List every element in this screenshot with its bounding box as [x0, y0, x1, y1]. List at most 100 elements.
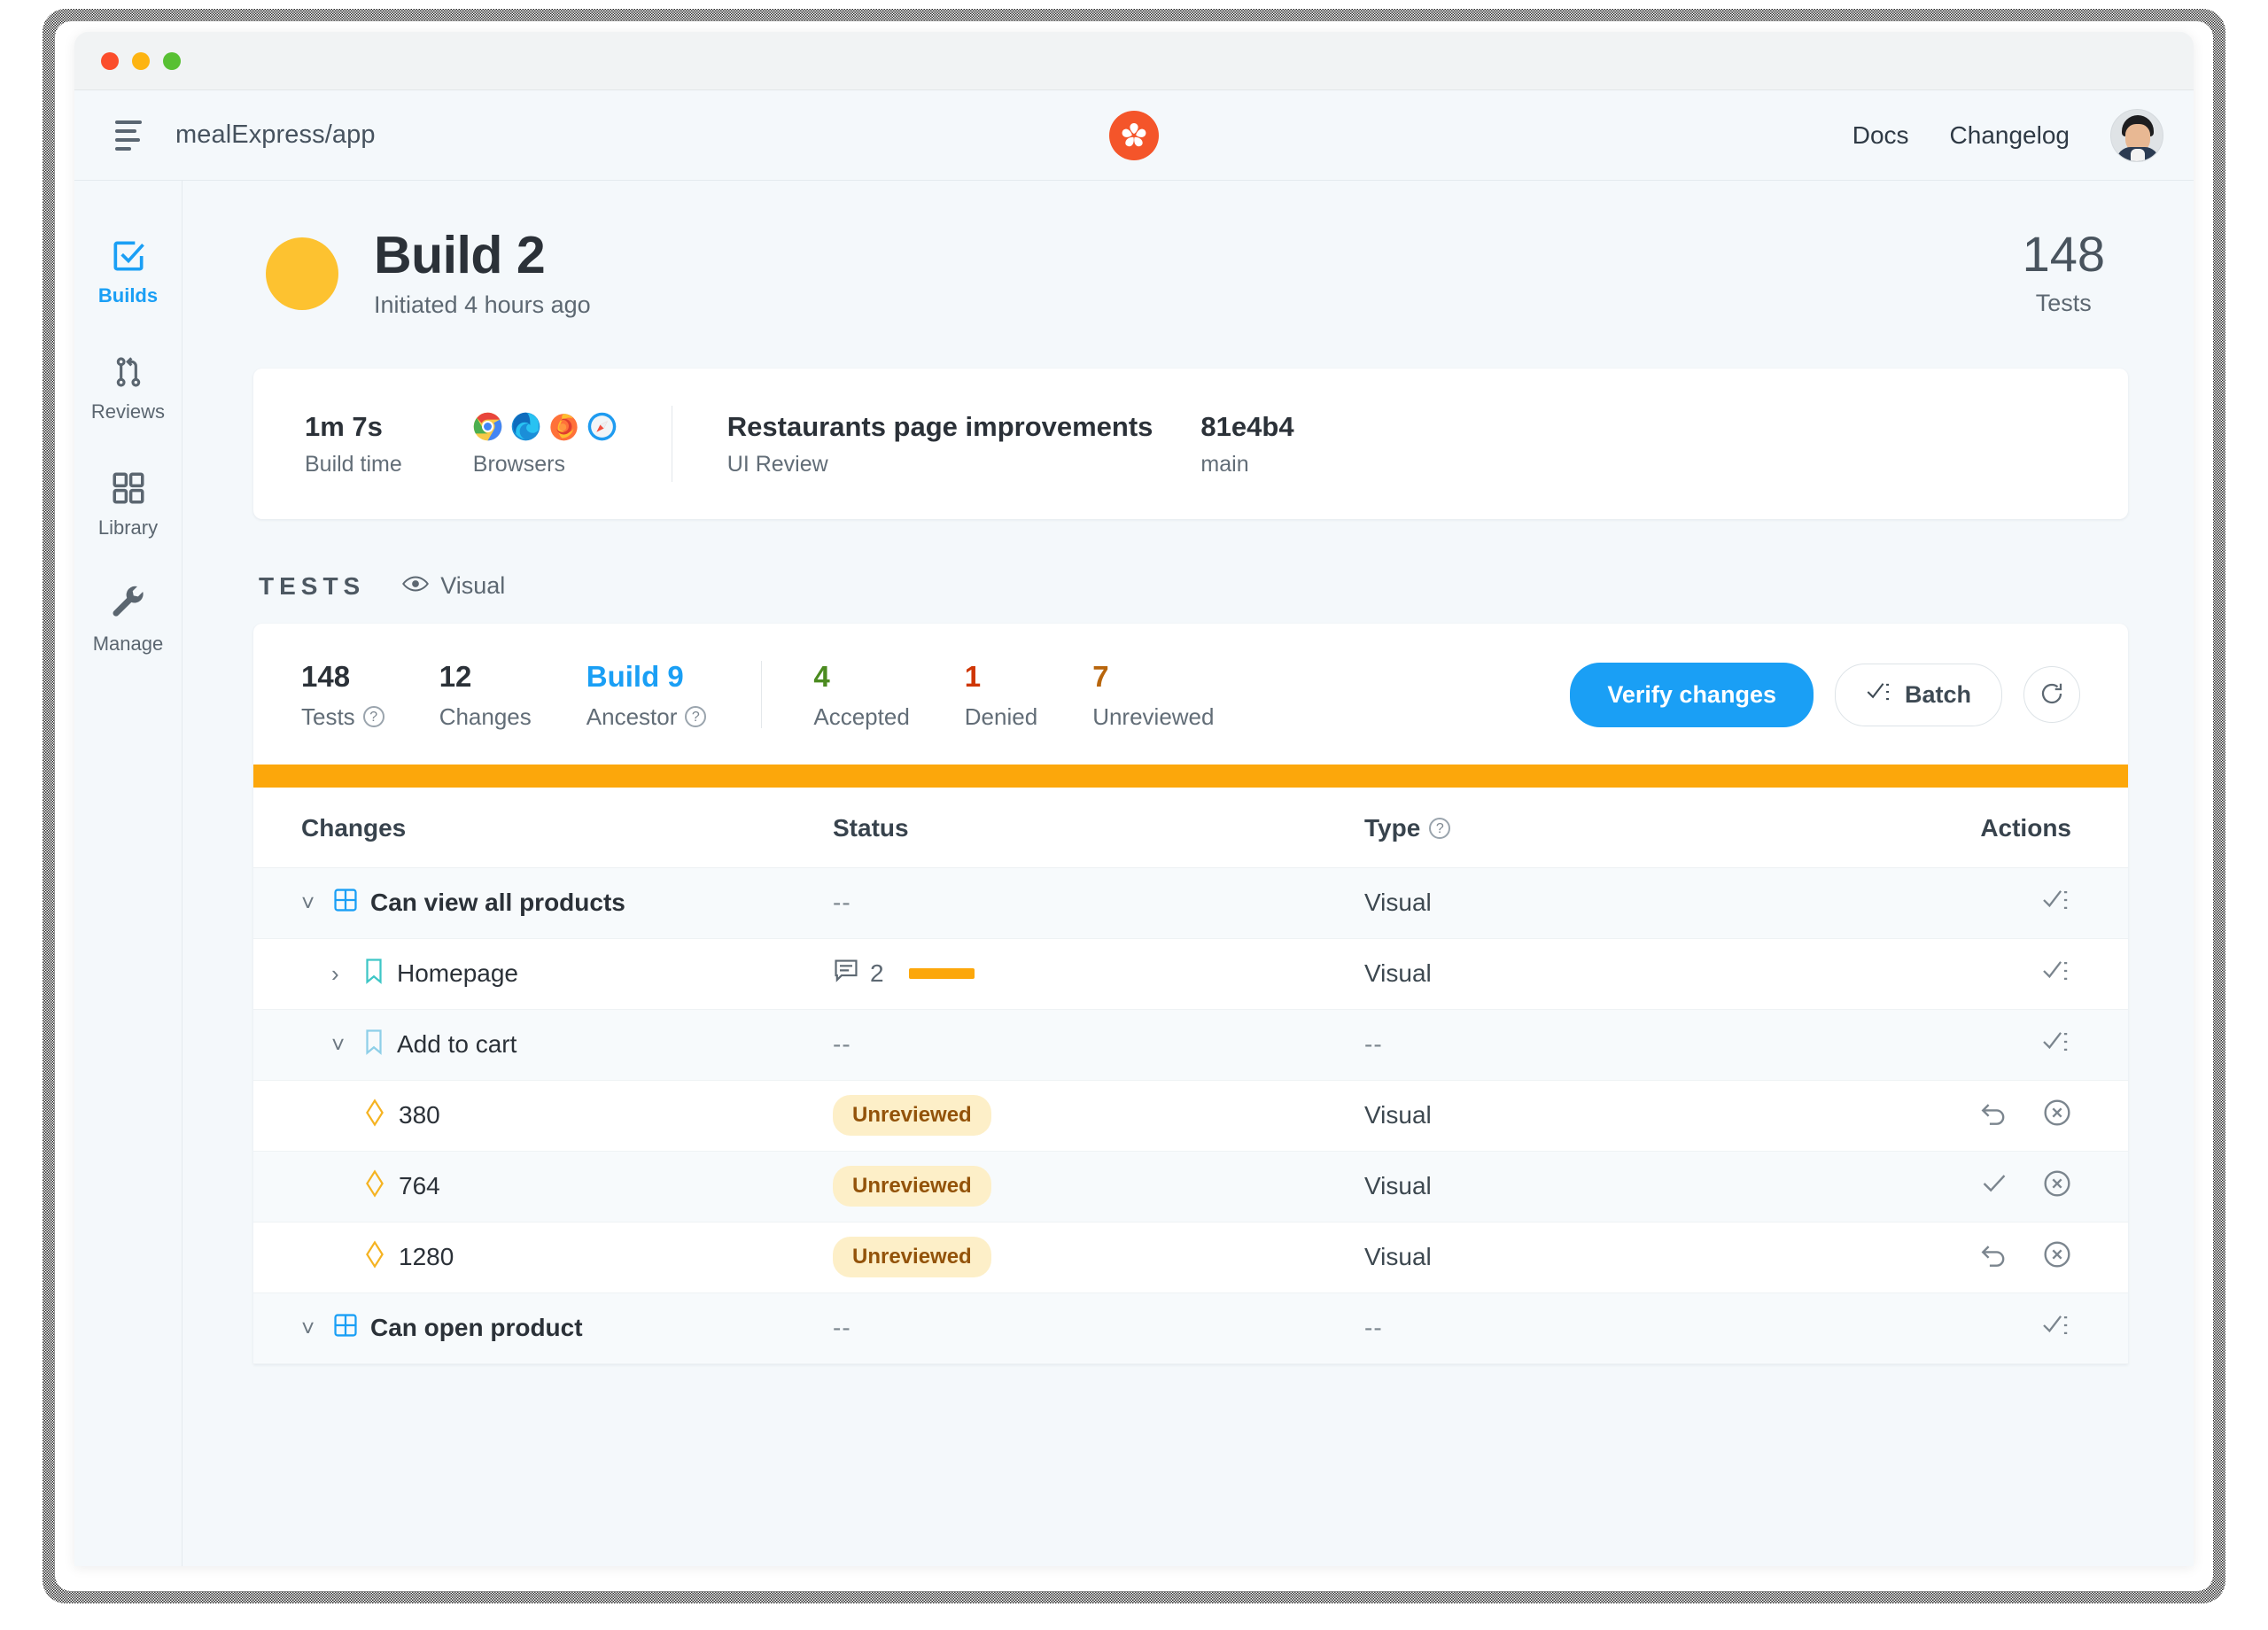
check-list-icon[interactable] — [2041, 1313, 2071, 1344]
column-header-actions: Actions — [1980, 813, 2071, 842]
sidebar-item-label: Library — [97, 516, 159, 539]
browser-icon-list — [473, 409, 617, 444]
comment-count-text: 2 — [870, 959, 884, 988]
undo-icon[interactable] — [1979, 1100, 2009, 1131]
table-row[interactable]: 1280 Unreviewed Visual — [253, 1222, 2128, 1293]
row-actions — [1896, 1240, 2080, 1275]
window-titlebar — [74, 32, 2194, 90]
header-right-nav: Docs Changelog — [1852, 108, 2163, 162]
wrench-icon — [110, 584, 147, 625]
refresh-button[interactable] — [2023, 666, 2080, 724]
divider — [761, 661, 763, 729]
grid-icon — [333, 888, 358, 919]
row-name: Can open product — [370, 1314, 583, 1342]
sidebar-item-manage[interactable]: Manage — [74, 563, 182, 679]
pr-subtitle: UI Review — [726, 452, 828, 477]
status-progress-bar — [908, 968, 975, 980]
firefox-icon — [549, 412, 579, 441]
chevron-down-icon[interactable]: ˅ — [301, 889, 321, 917]
tests-panel: 148 Tests ? 12 Changes Build 9 Ancestor … — [253, 623, 2128, 1364]
chevron-right-icon[interactable]: › — [331, 960, 351, 988]
check-list-icon[interactable] — [2041, 1029, 2071, 1060]
table-row[interactable]: › Homepage 2 Visual — [253, 939, 2128, 1010]
stat-denied: 1 Denied — [965, 659, 1037, 731]
build-time-label: Build time — [305, 452, 402, 477]
column-header-status: Status — [833, 813, 909, 842]
row-type: Visual — [1364, 1101, 1432, 1129]
help-icon[interactable]: ? — [685, 706, 707, 728]
refresh-icon — [2039, 680, 2065, 710]
check-list-icon[interactable] — [2041, 959, 2071, 990]
sidebar-item-label: Builds — [97, 284, 159, 307]
stat-label-text: Tests — [301, 702, 355, 730]
verify-changes-button[interactable]: Verify changes — [1570, 662, 1814, 727]
undo-icon[interactable] — [1979, 1242, 2009, 1273]
deny-circle-icon[interactable] — [2043, 1098, 2071, 1133]
stat-label-text: Unreviewed — [1092, 702, 1215, 730]
pr-title-link[interactable]: Restaurants page improvements — [727, 410, 1153, 445]
deny-circle-icon[interactable] — [2043, 1240, 2071, 1275]
app-header: mealExpress/app Docs Changelog — [74, 90, 2194, 181]
row-status: -- — [833, 889, 851, 917]
stat-accepted: 4 Accepted — [813, 659, 909, 731]
stat-tests: 148 Tests ? — [301, 659, 384, 731]
row-status: Unreviewed — [833, 1237, 1364, 1278]
comment-count[interactable]: 2 — [833, 959, 884, 990]
stat-value: 4 — [813, 659, 830, 693]
sidebar-item-library[interactable]: Library — [74, 446, 182, 563]
batch-button[interactable]: Batch — [1834, 663, 2002, 726]
hamburger-icon[interactable] — [115, 120, 145, 151]
window-minimize-button[interactable] — [132, 51, 150, 70]
check-list-icon[interactable] — [2041, 888, 2071, 919]
row-actions — [1896, 1313, 2080, 1344]
row-actions — [1896, 1169, 2080, 1204]
stat-ancestor[interactable]: Build 9 Ancestor ? — [586, 659, 707, 731]
row-name: 380 — [399, 1101, 440, 1129]
row-status: -- — [833, 1030, 851, 1059]
build-subtitle: Initiated 4 hours ago — [374, 291, 591, 318]
table-row[interactable]: 764 Unreviewed Visual — [253, 1151, 2128, 1222]
row-actions — [1896, 888, 2080, 919]
nav-link-changelog[interactable]: Changelog — [1950, 121, 2070, 150]
status-badge: Unreviewed — [833, 1237, 991, 1278]
help-icon[interactable]: ? — [1429, 817, 1451, 839]
check-icon[interactable] — [1979, 1171, 2009, 1202]
avatar[interactable] — [2110, 108, 2163, 162]
deny-circle-icon[interactable] — [2043, 1169, 2071, 1204]
build-progress-bar — [253, 764, 2128, 788]
table-row[interactable]: ˅ Add to cart -- -- — [253, 1009, 2128, 1081]
row-name: 764 — [399, 1172, 440, 1200]
chevron-down-icon[interactable]: ˅ — [331, 1031, 351, 1059]
row-status: Unreviewed — [833, 1166, 1364, 1207]
build-header: Build 2 Initiated 4 hours ago 148 Tests — [253, 216, 2128, 319]
stat-label-text: Denied — [964, 702, 1038, 730]
commit-sha-link[interactable]: 81e4b4 — [1200, 410, 1293, 445]
column-header-type-text: Type — [1364, 813, 1421, 842]
chevron-down-icon[interactable]: ˅ — [301, 1315, 321, 1342]
main-content: Build 2 Initiated 4 hours ago 148 Tests … — [183, 181, 2194, 1566]
diamond-icon — [363, 1239, 386, 1275]
window-maximize-button[interactable] — [163, 51, 181, 70]
page-root: mealExpress/app Docs Changelog Builds Re… — [0, 0, 2268, 1630]
stat-label: Tests ? — [301, 703, 384, 731]
percy-logo-icon — [1109, 110, 1159, 160]
sidebar-item-reviews[interactable]: Reviews — [74, 330, 182, 446]
comment-icon — [833, 959, 859, 990]
stat-label-text: Changes — [439, 702, 532, 730]
row-type: -- — [1364, 1314, 1383, 1342]
window-close-button[interactable] — [101, 51, 119, 70]
chrome-icon — [473, 412, 502, 441]
table-row[interactable]: ˅ Can open product -- -- — [253, 1292, 2128, 1364]
project-breadcrumb[interactable]: mealExpress/app — [175, 120, 376, 150]
help-icon[interactable]: ? — [362, 706, 384, 728]
row-status: Unreviewed — [833, 1095, 1364, 1137]
visual-filter[interactable]: Visual — [402, 572, 505, 600]
ancestor-build-link[interactable]: Build 9 — [586, 659, 707, 695]
stat-label-text: Ancestor — [586, 702, 678, 730]
table-row[interactable]: 380 Unreviewed Visual — [253, 1081, 2128, 1152]
sidebar-item-builds[interactable]: Builds — [74, 214, 182, 330]
checkbox-check-icon — [109, 236, 148, 276]
table-row[interactable]: ˅ Can view all products -- Visual — [253, 867, 2128, 939]
nav-link-docs[interactable]: Docs — [1852, 121, 1909, 150]
row-type: Visual — [1364, 1172, 1432, 1200]
